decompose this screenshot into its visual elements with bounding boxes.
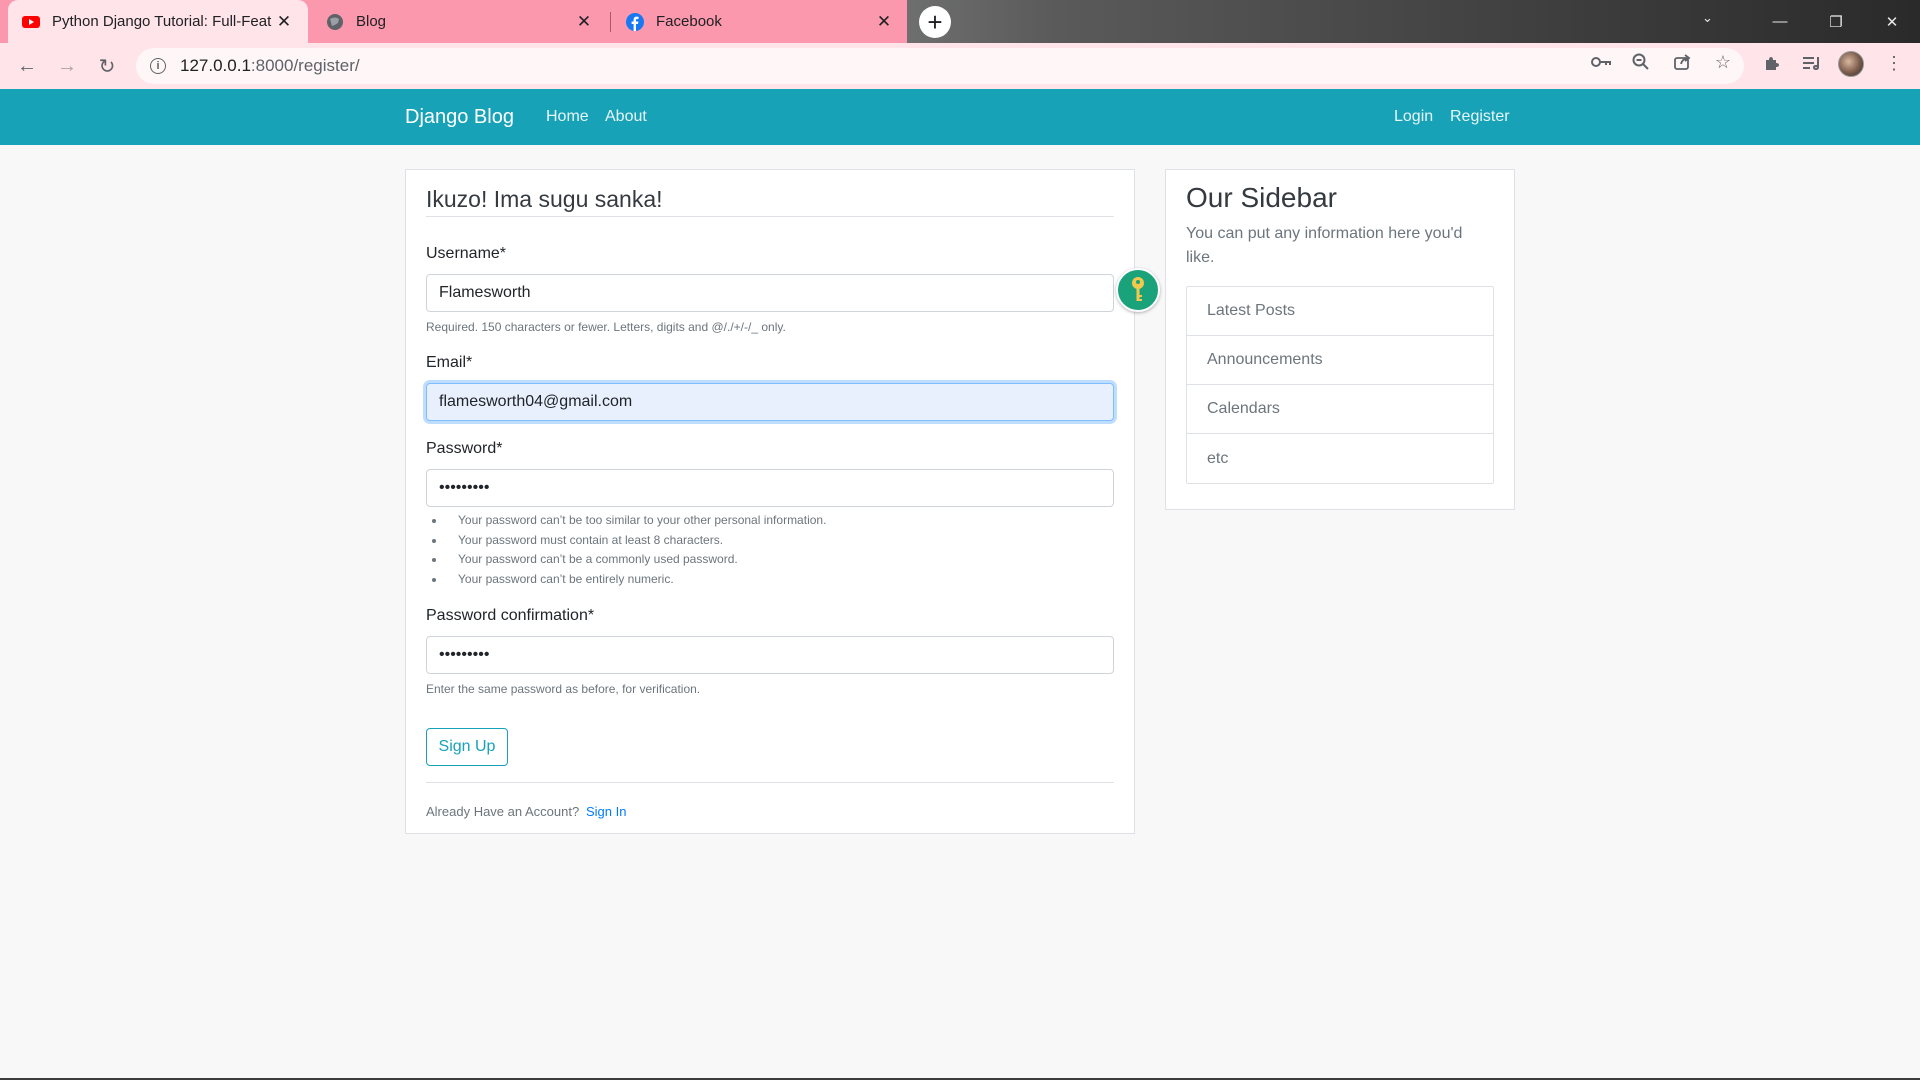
extensions-icon[interactable] (1760, 51, 1784, 75)
address-bar[interactable]: i 127.0.0.1:8000/register/ (136, 48, 1744, 84)
nav-link-login[interactable]: Login (1394, 108, 1433, 126)
password-label: Password* (426, 440, 503, 457)
password-help-item: Your password can’t be too similar to yo… (446, 513, 826, 533)
tab-search-icon[interactable]: ⌄ (1702, 10, 1713, 26)
username-label: Username* (426, 245, 507, 262)
reading-list-icon[interactable] (1800, 51, 1824, 75)
sidebar-title: Our Sidebar (1186, 182, 1337, 213)
sidebar-item-announcements[interactable]: Announcements (1187, 336, 1493, 385)
zoom-icon[interactable] (1630, 51, 1652, 73)
restore-icon[interactable]: ❐ (1808, 0, 1864, 43)
sidebar-card: Our Sidebar You can put any information … (1165, 169, 1515, 510)
tab-separator (610, 12, 611, 32)
minimize-icon[interactable]: — (1752, 0, 1808, 43)
password-key-icon[interactable] (1590, 51, 1612, 73)
password-confirmation-input[interactable]: ••••••••• (426, 636, 1114, 674)
site-brand[interactable]: Django Blog (405, 106, 514, 129)
browser-tab-facebook[interactable]: Facebook ✕ (612, 0, 908, 43)
address-url[interactable]: 127.0.0.1:8000/register/ (180, 56, 360, 76)
sidebar-item-etc[interactable]: etc (1187, 434, 1493, 483)
close-icon[interactable]: ✕ (874, 12, 894, 32)
globe-icon (326, 13, 344, 31)
share-icon[interactable] (1671, 51, 1693, 73)
new-tab-button[interactable]: + (919, 6, 951, 38)
reload-icon[interactable]: ↻ (91, 50, 123, 82)
close-icon[interactable]: ✕ (574, 12, 594, 32)
sidebar-item-latest-posts[interactable]: Latest Posts (1187, 287, 1493, 336)
password-help-item: Your password can’t be entirely numeric. (446, 572, 826, 592)
back-icon[interactable]: ← (11, 50, 43, 82)
nav-link-register[interactable]: Register (1450, 108, 1510, 126)
bookmark-star-icon[interactable]: ☆ (1712, 51, 1734, 73)
sidebar-list: Latest Posts Announcements Calendars etc (1186, 286, 1494, 484)
password-confirmation-help: Enter the same password as before, for v… (426, 682, 701, 696)
sign-in-link[interactable]: Sign In (586, 804, 626, 819)
site-info-icon[interactable]: i (150, 58, 166, 74)
youtube-icon (22, 13, 40, 31)
tab-title: Python Django Tutorial: Full-Feat (52, 13, 272, 30)
already-have-account-text: Already Have an Account? (426, 804, 580, 819)
form-legend: Ikuzo! Ima sugu sanka! (426, 186, 663, 212)
email-input[interactable]: flamesworth04@gmail.com (426, 383, 1114, 421)
window-controls: — ❐ ✕ (1752, 0, 1920, 43)
tab-title: Blog (356, 13, 387, 30)
close-icon[interactable]: ✕ (274, 12, 294, 32)
register-form-card: Ikuzo! Ima sugu sanka! Username* Flamesw… (405, 169, 1135, 834)
profile-avatar[interactable] (1838, 51, 1864, 77)
legend-divider (426, 216, 1114, 217)
password-help-item: Your password must contain at least 8 ch… (446, 533, 826, 553)
password-manager-key-icon[interactable] (1116, 268, 1160, 312)
password-confirmation-label: Password confirmation* (426, 607, 595, 624)
nav-link-about[interactable]: About (605, 108, 647, 126)
sidebar-description: You can put any information here you'd l… (1186, 225, 1463, 266)
browser-tab-youtube[interactable]: Python Django Tutorial: Full-Feat ✕ (8, 0, 308, 43)
username-help: Required. 150 characters or fewer. Lette… (426, 320, 786, 334)
browser-tab-strip: Python Django Tutorial: Full-Feat ✕ Blog… (0, 0, 1920, 43)
username-input[interactable]: Flamesworth (426, 274, 1114, 312)
forward-icon[interactable]: → (51, 50, 83, 82)
browser-toolbar: ← → ↻ i 127.0.0.1:8000/register/ ☆ ⋮ (0, 43, 1920, 89)
password-help-list: Your password can’t be too similar to yo… (446, 513, 826, 591)
browser-tab-blog[interactable]: Blog ✕ (312, 0, 608, 43)
sign-up-button[interactable]: Sign Up (426, 728, 508, 766)
nav-link-home[interactable]: Home (546, 108, 589, 126)
close-window-icon[interactable]: ✕ (1864, 0, 1920, 43)
email-label: Email* (426, 354, 473, 371)
sidebar-item-calendars[interactable]: Calendars (1187, 385, 1493, 434)
facebook-icon (626, 12, 644, 31)
password-help-item: Your password can’t be a commonly used p… (446, 552, 826, 572)
tab-title: Facebook (656, 13, 722, 30)
password-input[interactable]: ••••••••• (426, 469, 1114, 507)
footer-divider (426, 782, 1114, 783)
browser-menu-icon[interactable]: ⋮ (1882, 51, 1906, 75)
site-navbar: Django Blog Home About Login Register (0, 89, 1920, 145)
